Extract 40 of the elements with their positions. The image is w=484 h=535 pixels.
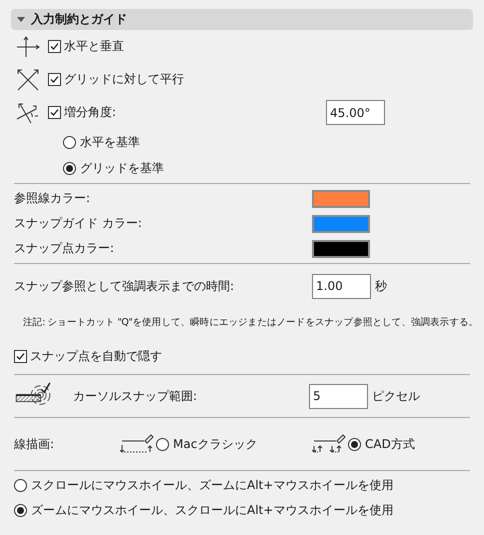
unit-label: 秒: [375, 278, 387, 294]
color-swatch[interactable]: [312, 240, 370, 258]
cross-arrows-icon: [16, 34, 42, 58]
unit-label: ピクセル: [372, 388, 420, 404]
radio-button[interactable]: [63, 136, 76, 148]
checkbox[interactable]: [14, 350, 27, 362]
line-pencil-icon: [312, 433, 346, 455]
radio-button[interactable]: [156, 438, 169, 450]
color-label: スナップ点カラー:: [14, 240, 116, 257]
checkbox-label: スナップ点を自動で隠す: [30, 348, 162, 364]
checkbox-label: 水平と垂直: [64, 38, 124, 55]
line-pencil-icon: [120, 433, 154, 455]
radio-label: 水平を基準: [80, 134, 140, 150]
line-drawing-label: 線描画:: [14, 436, 56, 452]
radio-label: スクロールにマウスホイール、ズームにAlt+マウスホイールを使用: [31, 477, 394, 494]
section-title: 入力制約とガイド: [31, 11, 127, 28]
checkbox-label: グリッドに対して平行: [64, 71, 184, 88]
checkbox-label: 増分角度:: [64, 104, 116, 121]
checkbox[interactable]: [48, 73, 61, 86]
time-field[interactable]: 1.00: [312, 274, 371, 298]
pixel-field[interactable]: 5: [309, 384, 368, 408]
note-text: 注記: ショートカット "Q"を使用して、瞬時にエッジまたはノードをスナップ参照として、強調表示する。: [23, 316, 478, 330]
color-label: スナップガイド カラー:: [14, 215, 143, 232]
radio-button[interactable]: [63, 162, 76, 174]
radio-button[interactable]: [348, 438, 361, 450]
section-header[interactable]: 入力制約とガイド: [11, 9, 473, 30]
radio-label: Macクラシック: [173, 436, 258, 452]
color-swatch[interactable]: [312, 214, 370, 232]
angle-field[interactable]: 45.00°: [326, 100, 386, 125]
radio-button[interactable]: [14, 504, 27, 517]
cursor-snap-label: カーソルスナップ範囲:: [73, 388, 198, 404]
radio-label: グリッドを基準: [80, 160, 164, 176]
checkbox[interactable]: [48, 106, 61, 119]
radio-label: ズームにマウスホイール、スクロールにAlt+マウスホイールを使用: [31, 502, 394, 519]
checkbox[interactable]: [48, 40, 61, 53]
radio-label: CAD方式: [365, 436, 415, 452]
radio-button[interactable]: [14, 479, 27, 492]
time-label: スナップ参照として強調表示までの時間:: [14, 278, 236, 294]
color-swatch[interactable]: [312, 190, 370, 208]
color-label: 参照線カラー:: [14, 190, 92, 207]
